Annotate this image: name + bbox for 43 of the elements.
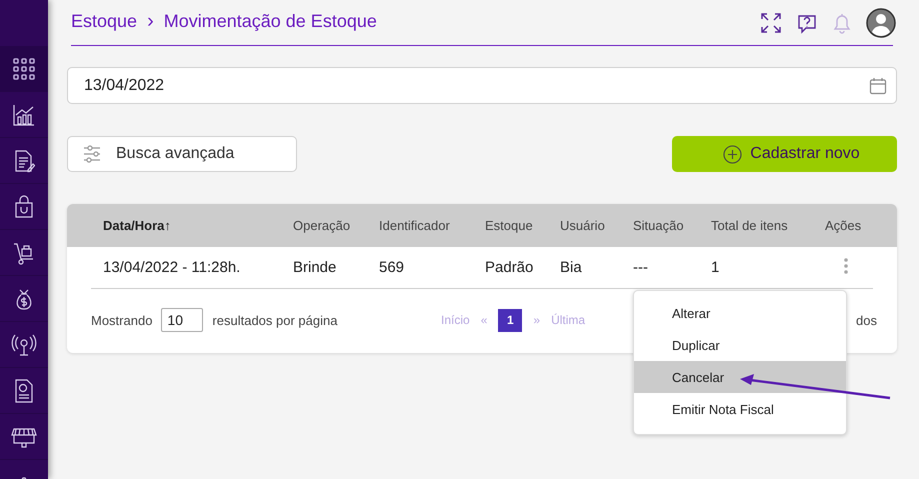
grid-icon: [13, 58, 35, 80]
table-cell: 13/04/2022 - 11:28h.: [103, 259, 240, 276]
antenna-icon: [11, 332, 37, 356]
plus-circle-icon: [723, 144, 742, 164]
column-header[interactable]: Operação: [293, 218, 350, 233]
table-cell: Brinde: [293, 259, 336, 276]
sliders-icon: [83, 145, 101, 163]
breadcrumb-current: Movimentação de Estoque: [164, 11, 377, 32]
column-header[interactable]: Ações: [825, 218, 862, 233]
column-header[interactable]: Situação: [633, 218, 684, 233]
menu-item[interactable]: Alterar: [634, 297, 846, 329]
results-count-text: dos: [856, 312, 877, 328]
showing-label: Mostrando: [91, 312, 152, 328]
column-header[interactable]: Total de itens: [711, 218, 788, 233]
table-cell: ---: [633, 259, 648, 276]
breadcrumb-separator: ›: [147, 10, 154, 33]
menu-item[interactable]: Cancelar: [634, 361, 846, 393]
advanced-search-button[interactable]: Busca avançada: [67, 136, 297, 172]
page-size-field[interactable]: 10: [161, 308, 204, 332]
table-cell: 569: [379, 259, 404, 276]
document-icon: [13, 148, 35, 172]
menu-item[interactable]: Duplicar: [634, 329, 846, 361]
column-header[interactable]: Identificador: [379, 218, 450, 233]
hand-truck-icon: [12, 240, 36, 264]
column-header[interactable]: Estoque: [485, 218, 533, 233]
bag-icon: [13, 194, 35, 218]
table-cell: Bia: [560, 259, 582, 276]
breadcrumb-link[interactable]: Estoque: [71, 11, 138, 32]
fullscreen-icon[interactable]: [760, 12, 782, 34]
table-cell: 1: [711, 259, 720, 276]
column-header[interactable]: Data/Hora↑: [103, 218, 171, 233]
date-field[interactable]: 13/04/2022: [67, 67, 897, 104]
avatar-icon[interactable]: [866, 8, 896, 38]
column-header[interactable]: Usuário: [560, 218, 605, 233]
per-page-label: resultados por página: [212, 312, 338, 328]
create-new-button[interactable]: Cadastrar novo: [672, 136, 897, 172]
calendar-icon[interactable]: [869, 76, 887, 94]
chart-icon: [12, 102, 36, 126]
menu-item[interactable]: Emitir Nota Fiscal: [634, 393, 846, 425]
table-cell: Padrão: [485, 259, 534, 276]
page-number[interactable]: 1: [498, 308, 522, 332]
report-icon: [14, 378, 34, 404]
sidebar-item[interactable]: [0, 46, 48, 92]
